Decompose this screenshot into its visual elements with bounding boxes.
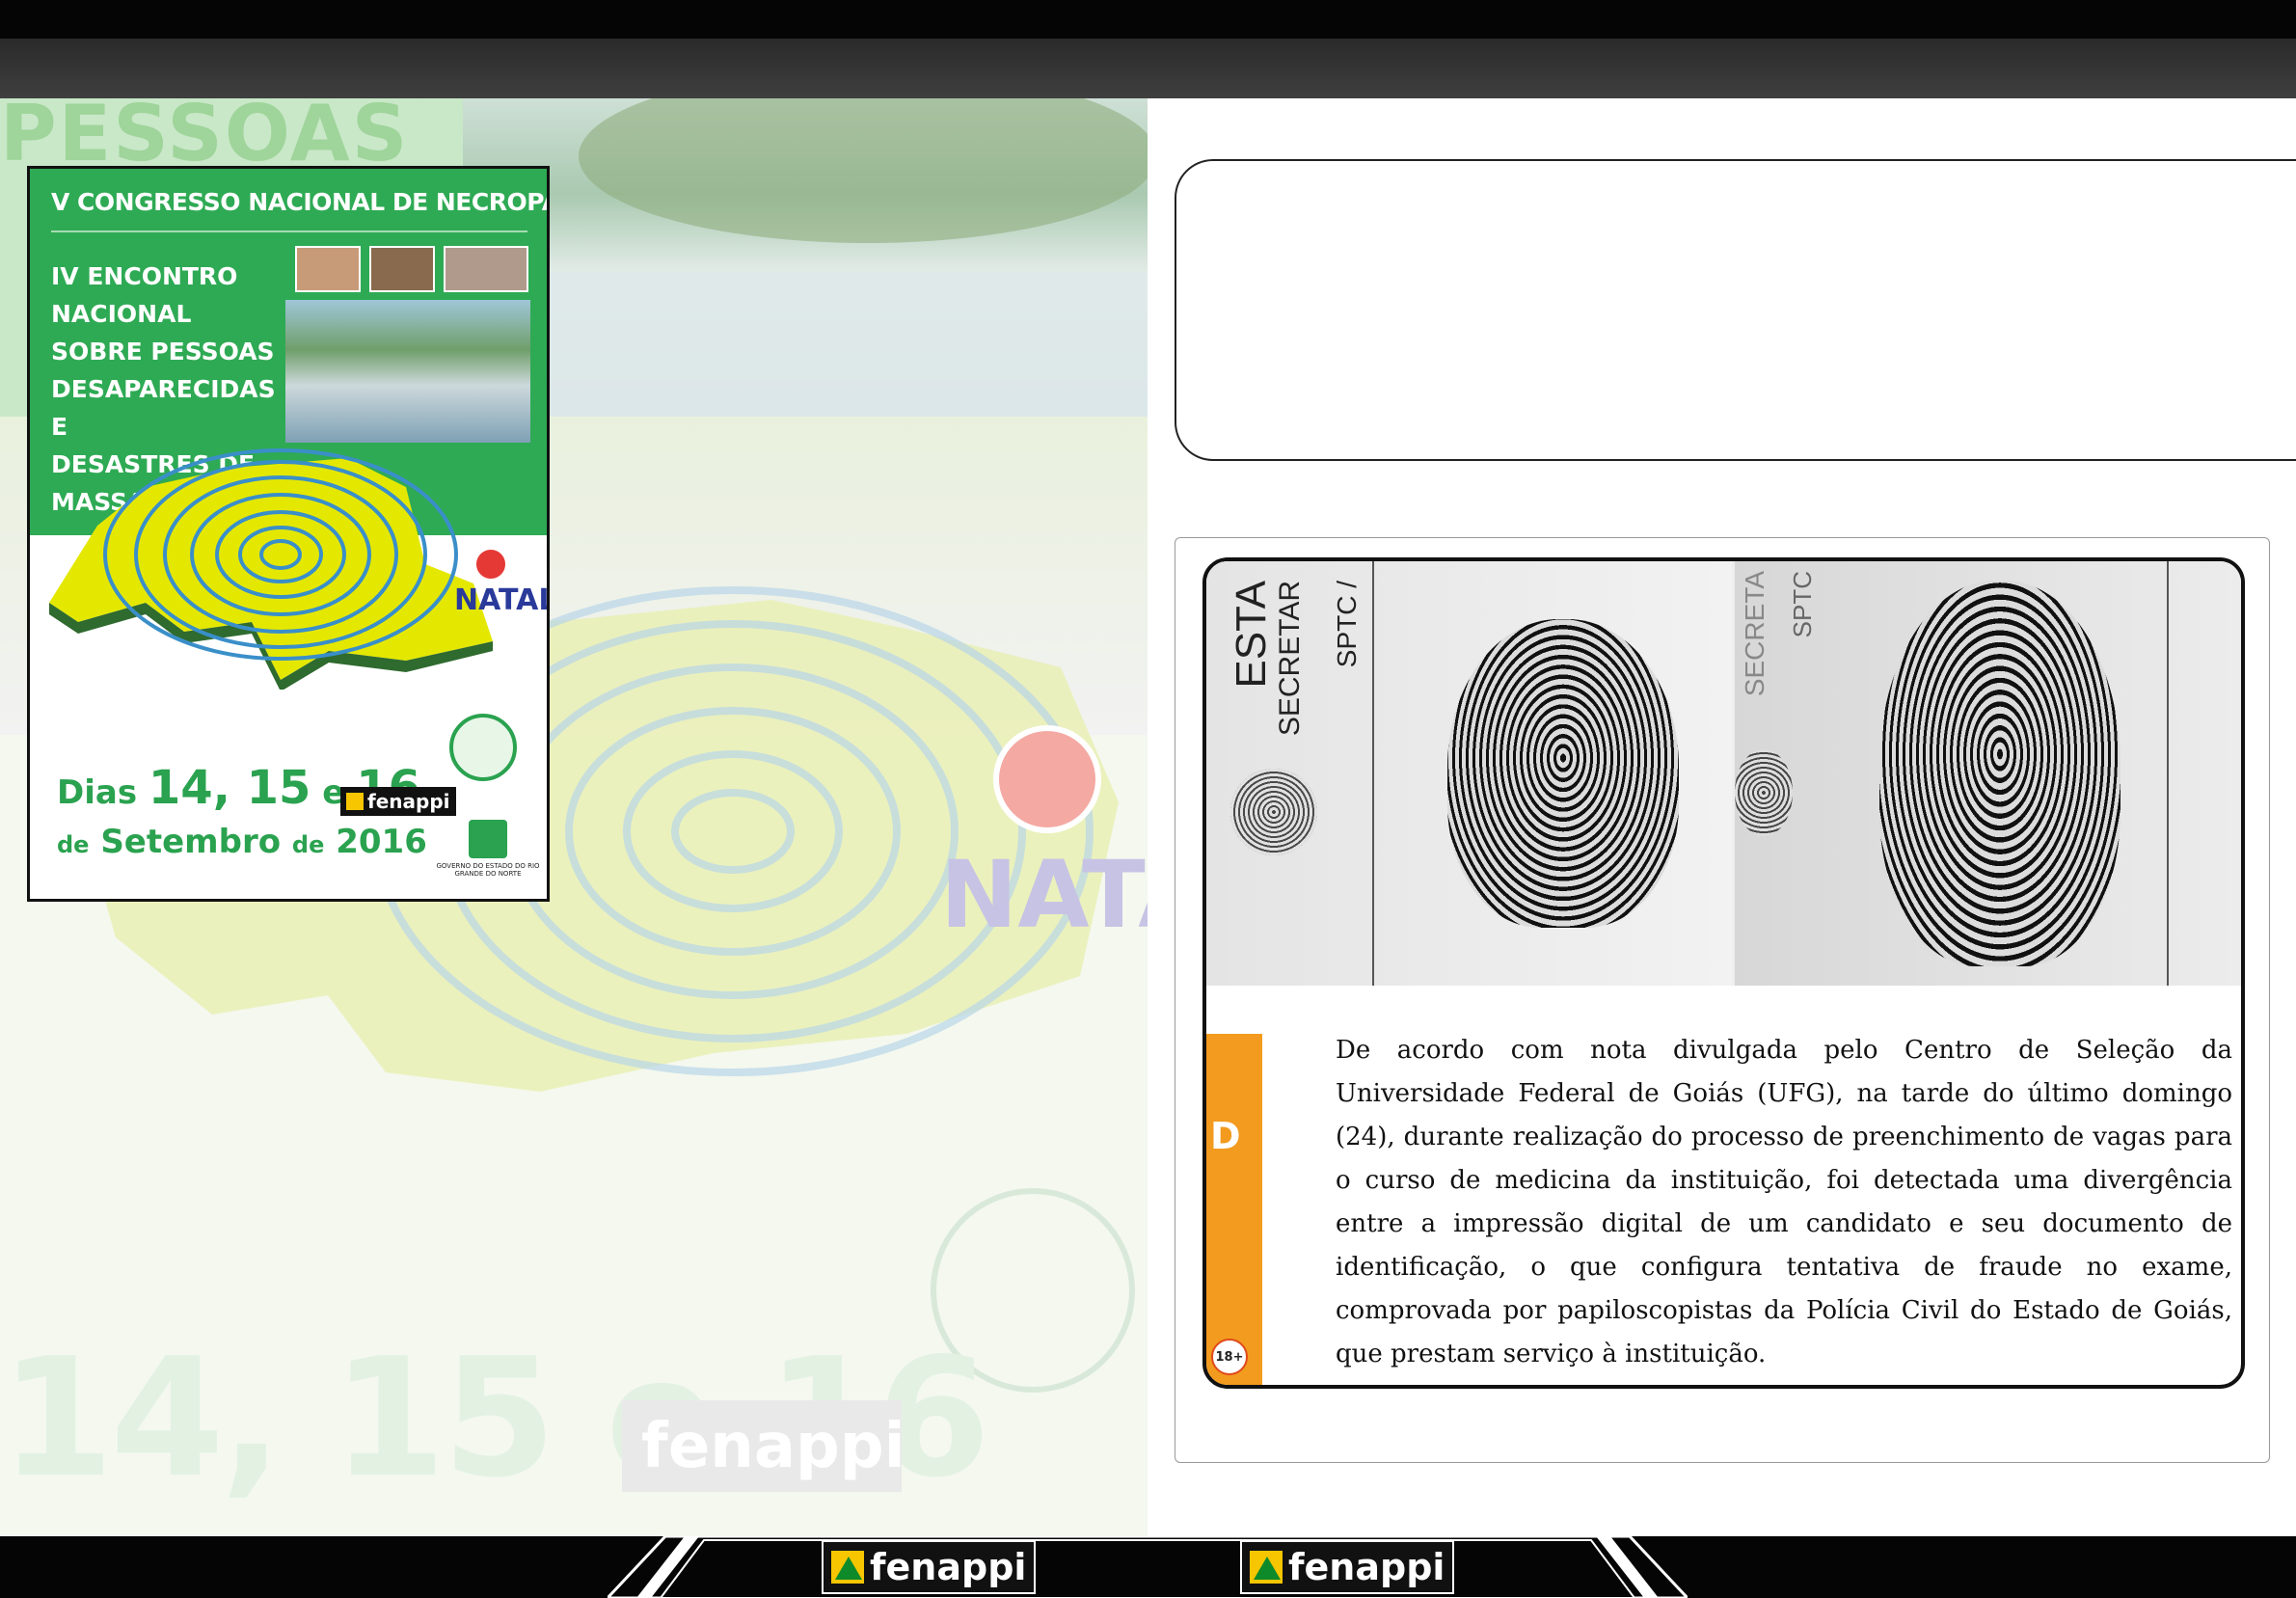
article-text: De acordo com nota divulgada pelo Centro… — [1336, 1036, 2232, 1368]
document-text: SECRETAR — [1274, 581, 1306, 737]
poster-divider — [51, 230, 527, 232]
poster-title: V CONGRESSO NACIONAL DE NECROPAPILOSCOPI… — [51, 188, 547, 216]
document-text: SPTC — [1788, 571, 1817, 638]
news-card[interactable]: ESTA SECRETAR SPTC / SECRETA SPTC D 18+ … — [1175, 537, 2270, 1463]
background-map-pin — [993, 725, 1101, 833]
fenappi-logo-text: fenappi — [1288, 1546, 1445, 1588]
poster-logo-text: fenappi — [367, 790, 450, 813]
document-line — [2167, 561, 2169, 986]
poster-dates-days: 14, 15 — [148, 761, 311, 815]
poster-gov-text: GOVERNO DO ESTADO DO RIO GRANDE DO NORTE — [436, 862, 540, 878]
poster-year: 2016 — [336, 823, 427, 861]
category-tag — [1206, 1034, 1262, 1385]
poster-thumbnail-remains — [444, 246, 528, 292]
background-water — [540, 272, 1148, 417]
poster-map-pin — [473, 547, 508, 582]
document-text: SECRETA — [1740, 571, 1769, 697]
age-rating-badge: 18+ — [1211, 1339, 1248, 1375]
top-bar — [0, 0, 2296, 39]
background-fenappi-logo: fenappi — [622, 1400, 905, 1492]
fenappi-mark-icon — [1250, 1551, 1283, 1584]
news-card-inner: ESTA SECRETAR SPTC / SECRETA SPTC D 18+ … — [1202, 557, 2245, 1389]
top-bar-secondary — [0, 39, 2296, 98]
background-natal-label: NATAL — [940, 841, 1148, 949]
category-tag-letter: D — [1210, 1115, 1241, 1157]
fingerprint-icon — [1447, 619, 1679, 928]
document-line — [1372, 561, 1374, 986]
empty-content-box — [1175, 159, 2296, 461]
poster-fingerprint-map — [49, 448, 493, 690]
stamp-icon — [1230, 769, 1317, 855]
fenappi-mark-icon — [346, 793, 364, 810]
crest-icon — [469, 820, 507, 858]
poster-natal-label: NATAL — [454, 583, 550, 617]
poster-year-prefix: de — [291, 831, 325, 858]
fingerprint-document-photo: ESTA SECRETAR SPTC / SECRETA SPTC — [1206, 561, 2241, 986]
fenappi-logo-right[interactable]: fenappi — [1240, 1540, 1455, 1594]
event-poster[interactable]: V CONGRESSO NACIONAL DE NECROPAPILOSCOPI… — [27, 166, 550, 902]
poster-month-prefix: de — [57, 831, 90, 858]
poster-government-logo: GOVERNO DO ESTADO DO RIO GRANDE DO NORTE — [435, 820, 541, 878]
document-left-page: ESTA SECRETAR SPTC / — [1206, 561, 1732, 986]
poster-coast-photo — [285, 300, 530, 443]
fingerprint-icon — [1879, 581, 2120, 966]
poster-month: Setembro — [100, 823, 282, 861]
document-right-page: SECRETA SPTC — [1735, 561, 2241, 986]
document-text: ESTA — [1228, 581, 1275, 689]
poster-thumbnail-bones — [369, 246, 435, 292]
poster-institute-seal — [449, 714, 517, 781]
poster-fenappi-logo: fenappi — [340, 787, 456, 816]
fenappi-mark-icon — [831, 1551, 864, 1584]
fenappi-logo-left[interactable]: fenappi — [822, 1540, 1037, 1594]
document-text: SPTC / — [1332, 581, 1362, 668]
bottom-tab-shape — [608, 1536, 1688, 1598]
fenappi-logo-text: fenappi — [870, 1546, 1027, 1588]
poster-thumbnail-hand — [295, 246, 361, 292]
stamp-icon — [1735, 749, 1793, 836]
poster-dates-prefix: Dias — [57, 773, 138, 812]
